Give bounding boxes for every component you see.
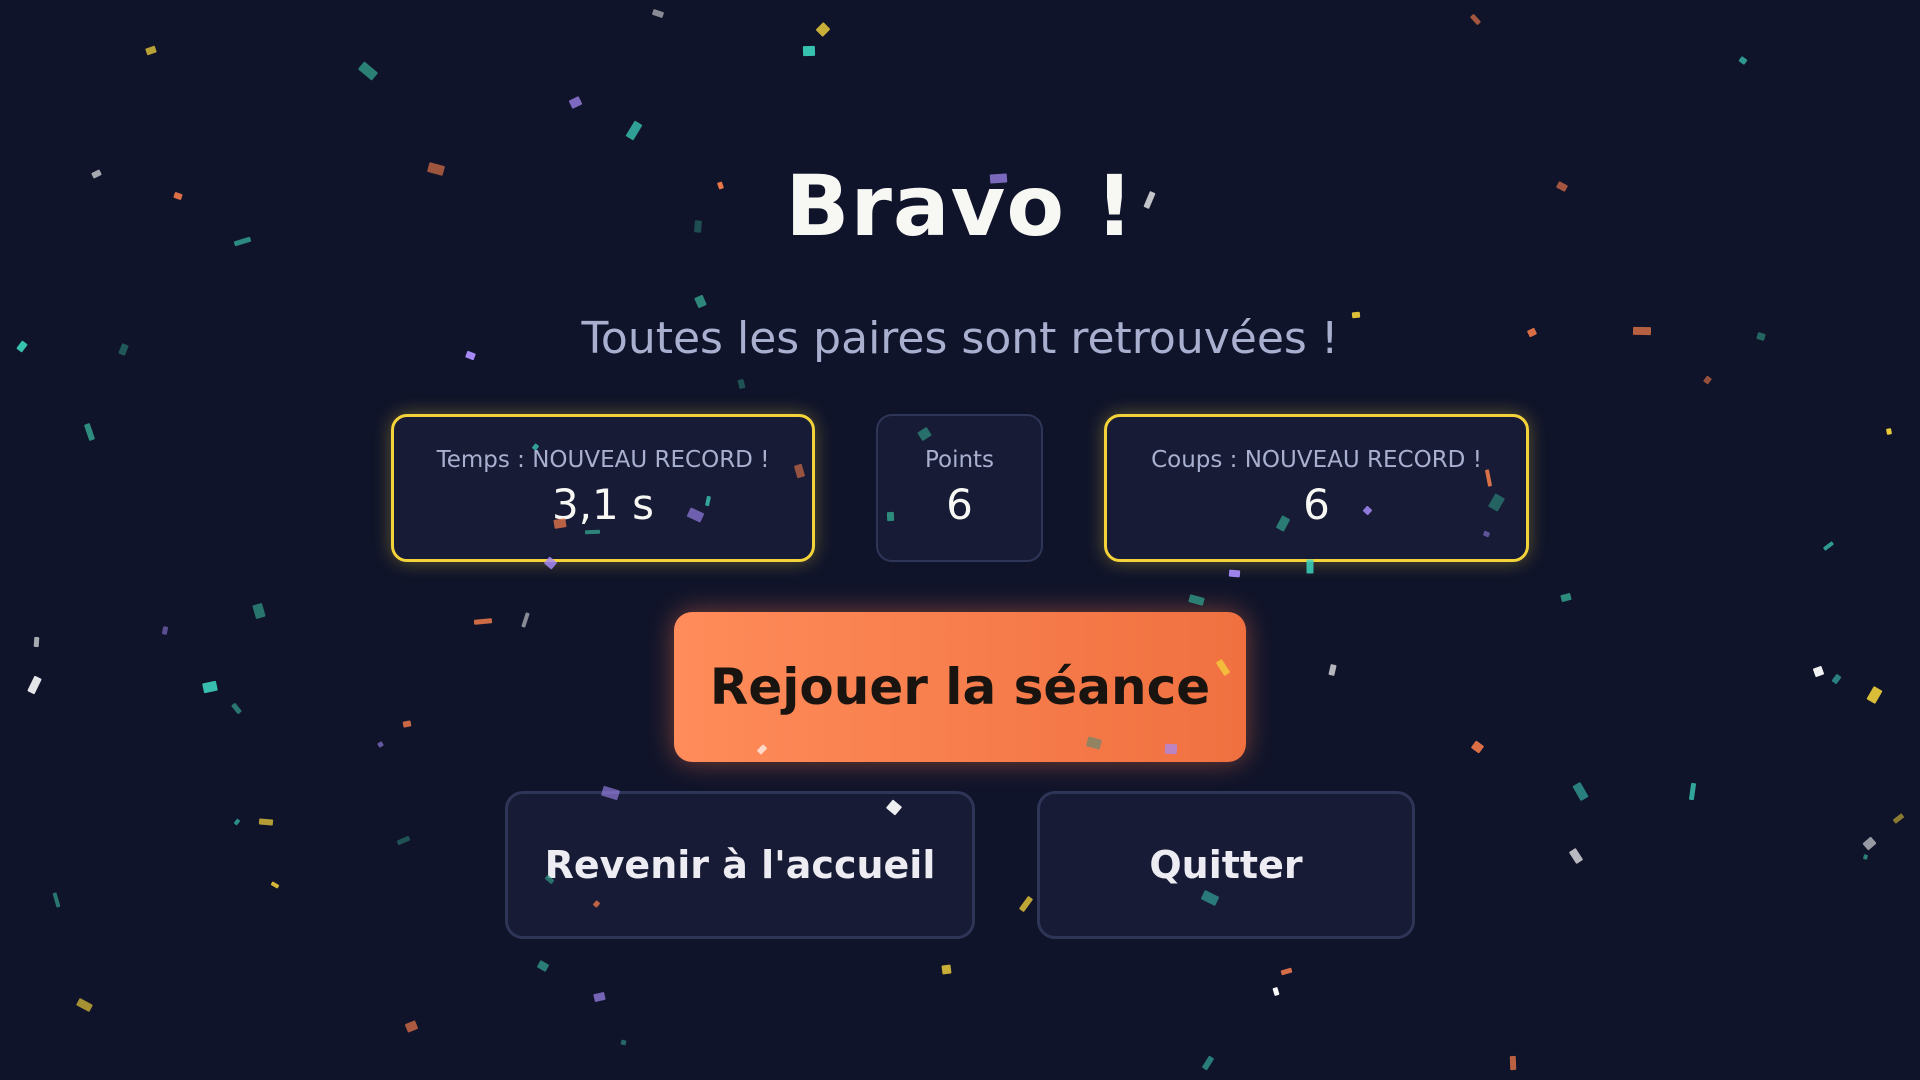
time-stat-card: Temps : NOUVEAU RECORD ! 3,1 s (391, 414, 815, 562)
confetti-piece (941, 964, 952, 975)
confetti-piece (252, 602, 266, 620)
confetti-piece (1188, 594, 1205, 606)
confetti-piece (233, 818, 241, 826)
confetti-piece (1470, 740, 1485, 754)
confetti-piece (1831, 673, 1842, 685)
confetti-piece (815, 22, 831, 37)
confetti-piece (161, 626, 169, 635)
confetti-piece (27, 675, 42, 695)
confetti-piece (1568, 847, 1584, 865)
points-stat-value: 6 (946, 480, 973, 529)
confetti-piece (1280, 967, 1293, 976)
replay-button[interactable]: Rejouer la séance (674, 612, 1246, 762)
points-stat-label: Points (924, 447, 995, 473)
confetti-piece (1862, 836, 1877, 851)
confetti-piece (1738, 56, 1748, 65)
confetti-piece (521, 612, 530, 628)
home-button[interactable]: Revenir à l'accueil (505, 791, 975, 939)
confetti-piece (694, 294, 707, 309)
confetti-piece (1862, 854, 1869, 860)
confetti-piece (33, 636, 40, 648)
confetti-piece (536, 960, 550, 972)
confetti-piece (1822, 541, 1835, 551)
confetti-piece (1688, 782, 1697, 801)
confetti-piece (1892, 813, 1905, 824)
confetti-piece (593, 991, 606, 1003)
confetti-piece (396, 835, 411, 846)
confetti-piece (402, 720, 412, 728)
confetti-piece (202, 680, 218, 694)
confetti-piece (76, 997, 93, 1013)
moves-stat-label: Coups : NOUVEAU RECORD ! (1151, 447, 1482, 473)
points-stat-card: Points 6 (876, 414, 1043, 562)
confetti-piece (357, 61, 379, 81)
quit-button[interactable]: Quitter (1037, 791, 1415, 939)
confetti-piece (620, 1039, 627, 1046)
confetti-piece (651, 8, 665, 19)
confetti-piece (270, 881, 280, 889)
page-title: Bravo ! (785, 157, 1135, 255)
confetti-piece (1812, 665, 1825, 678)
confetti-piece (377, 741, 384, 748)
confetti-piece (473, 618, 493, 625)
confetti-piece (1509, 1055, 1517, 1071)
confetti-piece (258, 818, 274, 826)
confetti-piece (1201, 1055, 1215, 1071)
confetti-piece (1866, 686, 1883, 704)
confetti-piece (83, 422, 96, 442)
game-over-screen: Bravo ! Toutes les paires sont retrouvée… (0, 0, 1920, 1080)
confetti-piece (1228, 569, 1241, 578)
confetti-piece (231, 702, 242, 715)
time-stat-value: 3,1 s (551, 480, 655, 529)
page-subtitle: Toutes les paires sont retrouvées ! (581, 313, 1339, 364)
confetti-piece (1469, 13, 1482, 26)
confetti-piece (625, 120, 643, 141)
moves-stat-card: Coups : NOUVEAU RECORD ! 6 (1104, 414, 1529, 562)
confetti-piece (1328, 663, 1337, 677)
confetti-piece (1702, 375, 1713, 385)
confetti-piece (1886, 428, 1892, 435)
confetti-piece (1272, 986, 1280, 997)
time-stat-label: Temps : NOUVEAU RECORD ! (436, 447, 770, 473)
confetti-piece (1018, 895, 1034, 913)
confetti-piece (404, 1020, 419, 1033)
confetti-piece (52, 892, 61, 908)
confetti-piece (1560, 592, 1572, 603)
confetti-piece (737, 378, 746, 390)
confetti-piece (1572, 781, 1589, 802)
moves-stat-value: 6 (1303, 480, 1330, 529)
confetti-piece (568, 96, 583, 109)
confetti-piece (802, 45, 816, 57)
confetti-piece (145, 45, 157, 56)
